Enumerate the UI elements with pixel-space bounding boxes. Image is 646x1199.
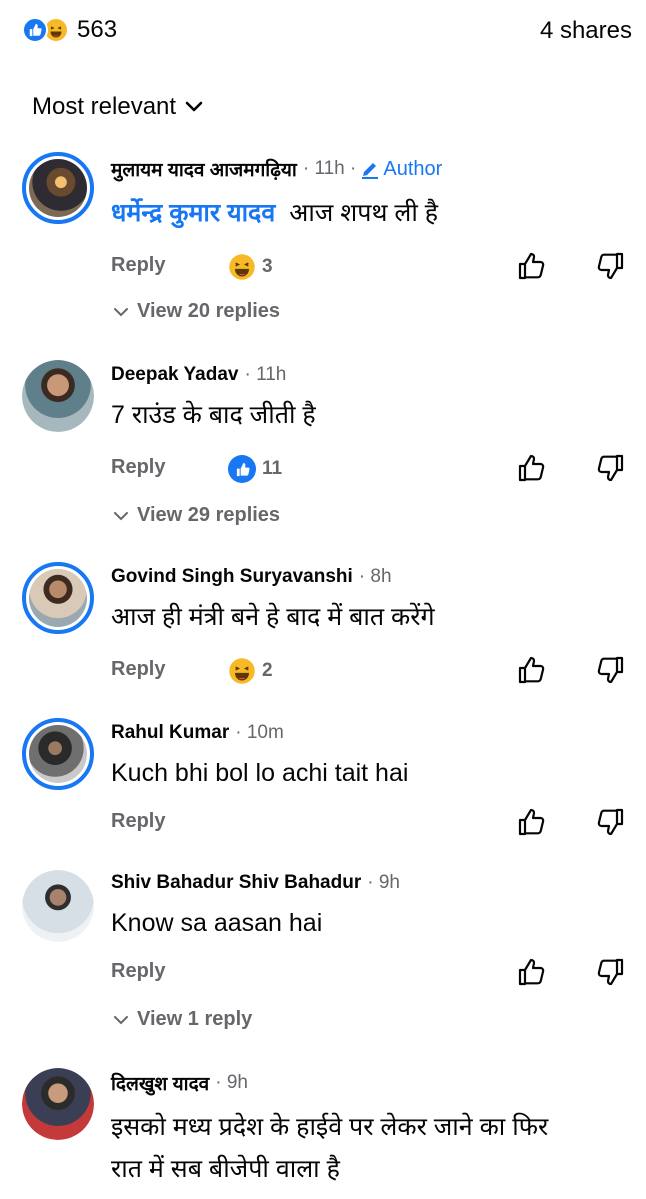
comment-header: Deepak Yadav · 11h	[111, 364, 286, 386]
chevron-down-icon	[114, 511, 128, 520]
avatar[interactable]	[22, 718, 94, 790]
commenter-name[interactable]: Govind Singh Suryavanshi	[111, 566, 353, 588]
comment-header: Rahul Kumar · 10m	[111, 722, 284, 744]
comment-reactions[interactable]: 2	[228, 657, 273, 685]
comment-body: आज ही मंत्री बने हे बाद में बात करेंगे	[111, 603, 435, 631]
thumbs-up-icon[interactable]	[516, 654, 548, 691]
comment-body: 7 राउंड के बाद जीती है	[111, 401, 316, 429]
haha-reaction-icon	[228, 657, 256, 685]
author-badge: Author	[360, 158, 442, 181]
thumbs-down-icon[interactable]	[594, 956, 626, 993]
comment-text: धर्मेन्द्र कुमार यादव आज शपथ ली है	[111, 194, 631, 232]
thumbs-down-icon[interactable]	[594, 452, 626, 489]
sort-label: Most relevant	[32, 93, 177, 120]
reply-button[interactable]: Reply	[111, 960, 165, 983]
view-replies-label: View 29 replies	[137, 504, 281, 526]
reaction-count: 11	[262, 458, 283, 479]
comment-time: · 11h	[244, 364, 287, 385]
avatar[interactable]	[22, 870, 94, 942]
reaction-count: 3	[262, 256, 273, 277]
commenter-name[interactable]: Shiv Bahadur Shiv Bahadur	[111, 872, 361, 894]
pencil-icon	[362, 163, 379, 179]
avatar[interactable]	[22, 562, 94, 634]
chevron-down-icon	[114, 1015, 128, 1024]
comment-header: Shiv Bahadur Shiv Bahadur · 9h	[111, 872, 400, 894]
view-replies-button[interactable]: View 1 reply	[113, 1008, 252, 1031]
view-replies-label: View 1 reply	[137, 1008, 253, 1030]
thumbs-up-icon[interactable]	[516, 452, 548, 489]
comment-actions: Reply 11	[111, 454, 641, 486]
thumbs-down-icon[interactable]	[594, 654, 626, 691]
comment-header: Govind Singh Suryavanshi · 8h	[111, 566, 392, 588]
chevron-down-icon	[185, 101, 203, 112]
mention-link[interactable]: धर्मेन्द्र कुमार यादव	[111, 199, 275, 227]
comment-header: मुलायम यादव आजमगढ़िया · 11h · Author	[111, 156, 442, 182]
sort-dropdown[interactable]: Most relevant	[32, 93, 204, 121]
comment-time: · 9h	[215, 1072, 248, 1093]
comment-body-line: रात में सब बीजेपी वाला है	[111, 1155, 340, 1183]
comment-time: · 11h ·	[302, 158, 357, 179]
reaction-count: 2	[262, 660, 273, 681]
comment-time: · 9h	[367, 872, 400, 893]
commenter-name[interactable]: मुलायम यादव आजमगढ़िया	[111, 156, 297, 182]
thumbs-up-icon[interactable]	[516, 956, 548, 993]
comment-actions: Reply 3	[111, 252, 641, 284]
reply-button[interactable]: Reply	[111, 254, 165, 277]
comment-body: Kuch bhi bol lo achi tait hai	[111, 759, 409, 787]
comment-body: Know sa aasan hai	[111, 909, 323, 937]
thumbs-up-icon[interactable]	[516, 250, 548, 287]
comment-actions: Reply	[111, 958, 641, 990]
thumbs-up-icon[interactable]	[516, 806, 548, 843]
comment-text: इसको मध्य प्रदेश के हाईवे पर लेकर जाने क…	[111, 1106, 631, 1190]
comment-body: आज शपथ ली है	[289, 199, 439, 227]
commenter-name[interactable]: दिलखुश यादव	[111, 1070, 209, 1096]
like-reaction-icon	[22, 17, 48, 43]
reply-button[interactable]: Reply	[111, 658, 165, 681]
avatar[interactable]	[22, 152, 94, 224]
like-reaction-icon	[228, 455, 256, 483]
view-replies-button[interactable]: View 29 replies	[113, 504, 280, 527]
comment-header: दिलखुश यादव · 9h	[111, 1070, 248, 1096]
author-badge-label: Author	[383, 157, 443, 180]
comment-actions: Reply	[111, 808, 641, 840]
thumbs-down-icon[interactable]	[594, 250, 626, 287]
comment-body-line: इसको मध्य प्रदेश के हाईवे पर लेकर जाने क…	[111, 1113, 549, 1141]
reaction-summary[interactable]: 563	[22, 16, 117, 44]
view-replies-label: View 20 replies	[137, 300, 281, 322]
chevron-down-icon	[114, 307, 128, 316]
commenter-name[interactable]: Deepak Yadav	[111, 364, 238, 386]
thumbs-down-icon[interactable]	[594, 806, 626, 843]
comment-reactions[interactable]: 3	[228, 253, 273, 281]
comment-actions: Reply 2	[111, 656, 641, 688]
avatar[interactable]	[22, 1068, 94, 1140]
reaction-count: 563	[77, 16, 118, 43]
haha-reaction-icon	[228, 253, 256, 281]
comment-time: · 8h	[358, 566, 392, 587]
reply-button[interactable]: Reply	[111, 810, 165, 833]
commenter-name[interactable]: Rahul Kumar	[111, 722, 229, 744]
shares-count[interactable]: 4 shares	[540, 17, 632, 45]
view-replies-button[interactable]: View 20 replies	[113, 300, 280, 323]
reply-button[interactable]: Reply	[111, 456, 165, 479]
avatar[interactable]	[22, 360, 94, 432]
comment-time: · 10m	[235, 722, 284, 743]
comment-reactions[interactable]: 11	[228, 455, 282, 483]
reaction-summary-bar: 563 4 shares	[0, 0, 646, 62]
